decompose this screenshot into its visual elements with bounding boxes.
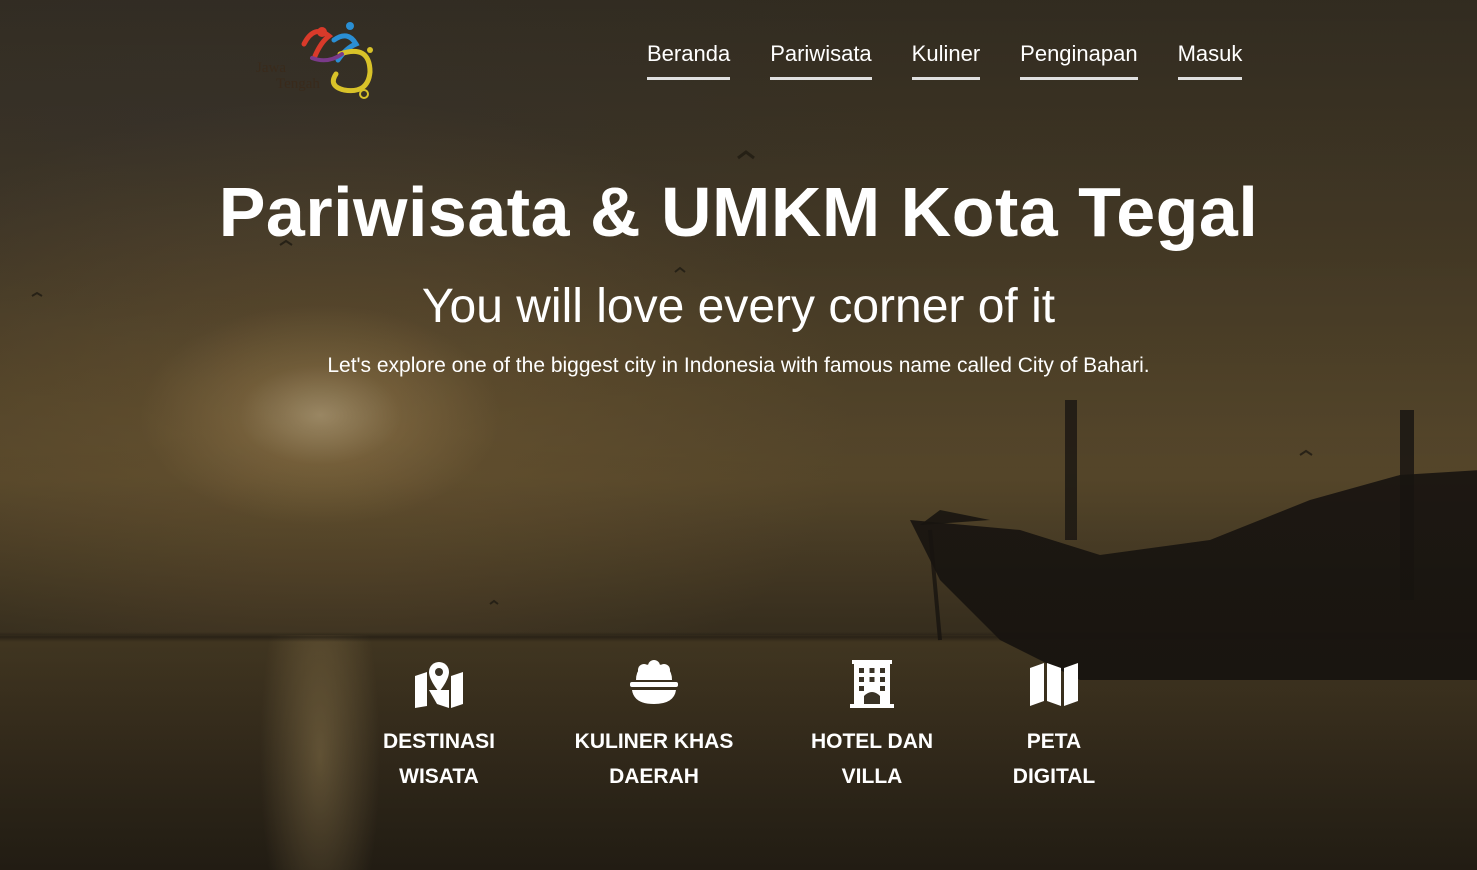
hero-subtitle: You will love every corner of it	[421, 280, 1056, 333]
svg-text:Tengah: Tengah	[276, 76, 320, 92]
jawa-tengah-logo[interactable]: Jawa Tengah	[252, 14, 387, 104]
food-bowl-icon	[630, 660, 678, 704]
main-navigation: Beranda Pariwisata Kuliner Penginapan Ma…	[647, 40, 1243, 80]
feature-label: DESTINASI WISATA	[382, 730, 495, 788]
folded-map-icon	[1030, 663, 1078, 706]
hero-title: Pariwisata & UMKM Kota Tegal	[218, 173, 1259, 251]
nav-item-pariwisata[interactable]: Pariwisata	[770, 40, 872, 80]
feature-hotel-dan-villa[interactable]: HOTEL DAN VILLA	[772, 660, 972, 794]
nav-item-masuk[interactable]: Masuk	[1177, 40, 1243, 80]
feature-links: DESTINASI WISATA KULINER KHAS DAERAH HOT…	[0, 660, 1477, 810]
feature-label: PETA DIGITAL	[1012, 730, 1096, 788]
feature-peta-digital[interactable]: PETA DIGITAL	[954, 660, 1154, 794]
nav-item-penginapan[interactable]: Penginapan	[1020, 40, 1138, 80]
feature-label: KULINER KHAS DAERAH	[574, 730, 734, 788]
svg-text:Jawa: Jawa	[256, 60, 286, 76]
feature-destinasi-wisata[interactable]: DESTINASI WISATA	[339, 660, 539, 794]
nav-item-beranda[interactable]: Beranda	[647, 40, 731, 80]
map-marker-icon	[415, 662, 463, 708]
hotel-building-icon	[850, 660, 894, 708]
landing-page: Jawa Tengah Beranda Pariwisata Kuliner P…	[0, 0, 1477, 870]
feature-kuliner-khas-daerah[interactable]: KULINER KHAS DAERAH	[554, 660, 754, 794]
nav-item-kuliner[interactable]: Kuliner	[911, 40, 981, 80]
hero-description: Let's explore one of the biggest city in…	[327, 354, 1150, 377]
feature-label: HOTEL DAN VILLA	[810, 730, 934, 788]
